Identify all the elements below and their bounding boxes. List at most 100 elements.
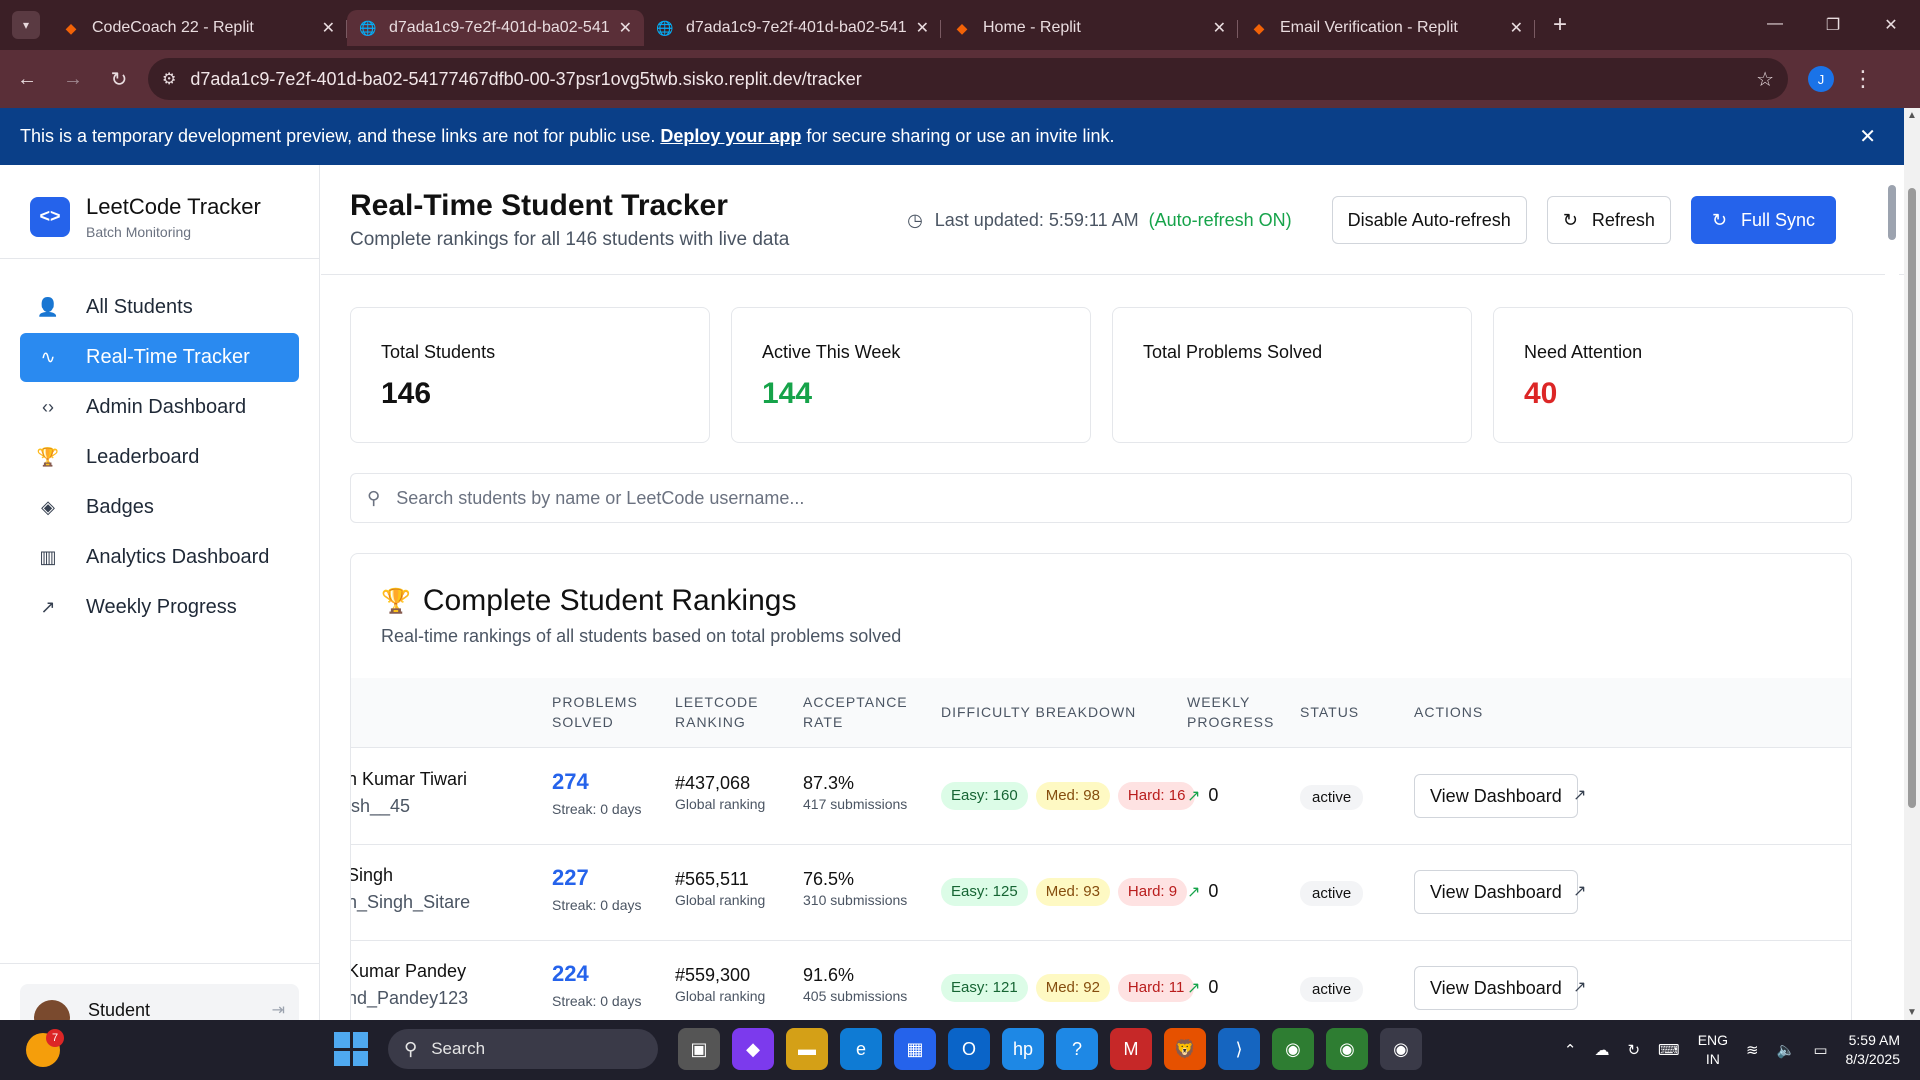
browser-toolbar: ← → ↻ ⚙ d7ada1c9-7e2f-401d-ba02-54177467…: [0, 50, 1920, 108]
table-header: PROBLEMS SOLVED LEETCODE RANKING ACCEPTANC…: [351, 678, 1851, 748]
vscode-icon[interactable]: ⟩: [1218, 1028, 1260, 1070]
back-button[interactable]: ←: [4, 68, 50, 91]
reload-button[interactable]: ↻: [96, 67, 142, 92]
chrome-active-icon[interactable]: ◉: [1380, 1028, 1422, 1070]
medium-badge: Med: 98: [1035, 782, 1110, 810]
close-banner-icon[interactable]: ✕: [1859, 124, 1876, 149]
myhp-icon[interactable]: hp: [1002, 1028, 1044, 1070]
sidebar-item-analytics-dashboard[interactable]: ▥ Analytics Dashboard: [20, 533, 299, 582]
sidebar-item-leaderboard[interactable]: 🏆 Leaderboard: [20, 433, 299, 482]
close-tab-icon[interactable]: ✕: [322, 18, 335, 38]
browser-tab[interactable]: 🌐 d7ada1c9-7e2f-401d-ba02-541 ✕: [644, 10, 941, 46]
weather-widget[interactable]: 7: [26, 1029, 64, 1067]
language-indicator[interactable]: ENG IN: [1698, 1031, 1728, 1069]
close-tab-icon[interactable]: ✕: [619, 18, 632, 38]
external-link-icon[interactable]: ↗: [1573, 977, 1586, 997]
weekly-value: 0: [1208, 881, 1219, 901]
keyboard-icon[interactable]: ⌨: [1658, 1041, 1680, 1059]
ranking-cell: #437,068 Global ranking: [675, 773, 765, 812]
external-link-icon[interactable]: ↗: [1573, 785, 1586, 805]
outlook-icon[interactable]: O: [948, 1028, 990, 1070]
external-link-icon[interactable]: ↗: [1573, 881, 1586, 901]
search-box[interactable]: ⚲ Search students by name or LeetCode us…: [350, 473, 1852, 523]
wifi-icon[interactable]: ≋: [1746, 1041, 1759, 1059]
maximize-button[interactable]: ❐: [1804, 15, 1862, 35]
sidebar-item-weekly-progress[interactable]: ↗ Weekly Progress: [20, 583, 299, 632]
new-tab-button[interactable]: +: [1553, 11, 1567, 39]
windows-start-icon[interactable]: [334, 1032, 368, 1066]
volume-icon[interactable]: 🔈: [1777, 1041, 1796, 1059]
edge-icon[interactable]: e: [840, 1028, 882, 1070]
globe-icon: 🌐: [359, 19, 377, 36]
submissions: 310 submissions: [803, 892, 908, 908]
deploy-app-link[interactable]: Deploy your app: [660, 126, 801, 146]
browser-menu-icon[interactable]: ⋮: [1852, 66, 1874, 92]
status-cell: active: [1300, 977, 1364, 1002]
status-cell: active: [1300, 881, 1364, 906]
difficulty-cell: Easy: 121 Med: 92 Hard: 11: [941, 974, 1202, 1002]
page-scrollbar[interactable]: ▲ ▼: [1904, 108, 1920, 1020]
url-text: d7ada1c9-7e2f-401d-ba02-54177467dfb0-00-…: [190, 68, 862, 89]
close-tab-icon[interactable]: ✕: [1510, 18, 1523, 38]
browser-tab[interactable]: 🌐 d7ada1c9-7e2f-401d-ba02-541 ✕: [347, 10, 644, 46]
close-tab-icon[interactable]: ✕: [916, 18, 929, 38]
view-dashboard-button[interactable]: View Dashboard: [1414, 966, 1578, 1010]
tab-search-dropdown[interactable]: ▾: [12, 11, 40, 39]
browser-tab[interactable]: ◆ Home - Replit ✕: [941, 10, 1238, 46]
logout-icon[interactable]: ⇥: [272, 1000, 285, 1020]
copilot-icon[interactable]: ◆: [732, 1028, 774, 1070]
stat-card: Total Students 146: [350, 307, 710, 443]
disable-auto-refresh-button[interactable]: Disable Auto-refresh: [1331, 196, 1527, 244]
browser-tab[interactable]: ◆ CodeCoach 22 - Replit ✕: [50, 10, 347, 46]
chevron-up-icon[interactable]: ⌃: [1564, 1041, 1577, 1059]
user-name: Student: [88, 1000, 151, 1020]
sidebar-item-label: Badges: [86, 496, 154, 518]
search-icon: ⚲: [367, 487, 381, 508]
bookmark-star-icon[interactable]: ☆: [1756, 67, 1774, 92]
stat-value: 146: [381, 377, 432, 410]
browser-tab[interactable]: ◆ Email Verification - Replit ✕: [1238, 10, 1535, 46]
trending-up-icon: ↗: [1187, 979, 1201, 997]
col-status: STATUS: [1300, 704, 1360, 720]
full-sync-button[interactable]: ↻ Full Sync: [1690, 196, 1836, 244]
sidebar-footer: Student ⇥: [0, 963, 320, 1044]
acceptance-rate: 76.5%: [803, 869, 855, 889]
task-view-icon[interactable]: ▣: [678, 1028, 720, 1070]
battery-icon[interactable]: ▭: [1813, 1041, 1827, 1059]
brand: <> LeetCode Tracker Batch Monitoring: [0, 165, 319, 259]
view-dashboard-label: View Dashboard: [1430, 977, 1562, 998]
file-explorer-icon[interactable]: ▬: [786, 1028, 828, 1070]
stat-card: Need Attention 40: [1493, 307, 1853, 443]
chrome-profile-icon[interactable]: ◉: [1326, 1028, 1368, 1070]
difficulty-cell: Easy: 160 Med: 98 Hard: 16: [941, 782, 1203, 810]
refresh-button[interactable]: ↻ Refresh: [1546, 196, 1671, 244]
address-bar[interactable]: ⚙ d7ada1c9-7e2f-401d-ba02-54177467dfb0-0…: [148, 58, 1788, 100]
sync-tray-icon[interactable]: ↻: [1627, 1041, 1640, 1059]
main-scrollbar[interactable]: [1885, 165, 1899, 1020]
site-info-icon[interactable]: ⚙: [162, 69, 176, 89]
close-window-button[interactable]: ✕: [1862, 15, 1920, 35]
onedrive-icon[interactable]: ☁: [1594, 1041, 1609, 1059]
sidebar-item-admin-dashboard[interactable]: ‹› Admin Dashboard: [20, 383, 299, 432]
streak: Streak: 0 days: [552, 897, 642, 913]
taskbar-search[interactable]: ⚲ Search: [388, 1029, 658, 1069]
tab-title: d7ada1c9-7e2f-401d-ba02-541: [389, 19, 610, 36]
close-tab-icon[interactable]: ✕: [1213, 18, 1226, 38]
view-dashboard-button[interactable]: View Dashboard: [1414, 870, 1578, 914]
profile-avatar[interactable]: J: [1808, 66, 1834, 92]
clock[interactable]: 5:59 AM 8/3/2025: [1846, 1031, 1901, 1069]
sidebar-item-badges[interactable]: ◈ Badges: [20, 483, 299, 532]
mcafee-icon[interactable]: M: [1110, 1028, 1152, 1070]
search-input[interactable]: Search students by name or LeetCode user…: [396, 488, 804, 509]
chrome-icon[interactable]: ◉: [1272, 1028, 1314, 1070]
store-icon[interactable]: ▦: [894, 1028, 936, 1070]
help-icon[interactable]: ?: [1056, 1028, 1098, 1070]
page-subtitle: Complete rankings for all 146 students w…: [350, 229, 790, 250]
brave-icon[interactable]: 🦁: [1164, 1028, 1206, 1070]
code-logo-icon: <>: [30, 196, 70, 237]
view-dashboard-button[interactable]: View Dashboard: [1414, 774, 1578, 818]
sidebar-item-all-students[interactable]: 👤 All Students: [20, 283, 299, 332]
sidebar-item-real-time-tracker[interactable]: ∿ Real-Time Tracker: [20, 333, 299, 382]
forward-button[interactable]: →: [50, 68, 96, 91]
minimize-button[interactable]: —: [1746, 15, 1804, 35]
